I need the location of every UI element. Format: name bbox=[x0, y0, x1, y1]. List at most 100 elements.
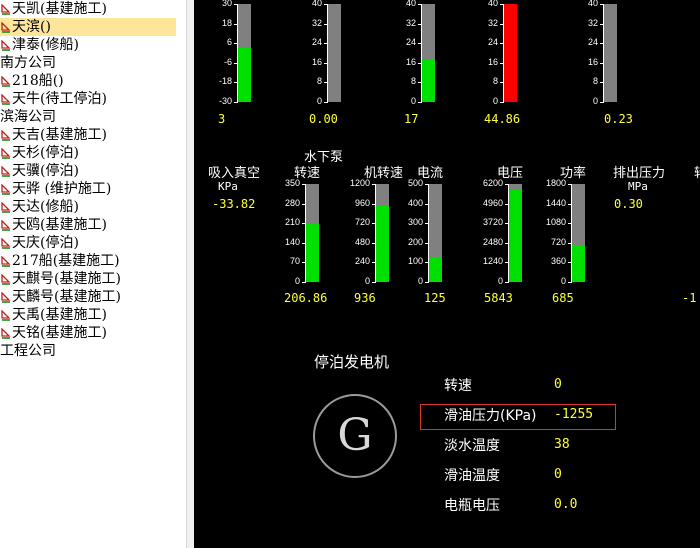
monitor-panel: 30 18 6 -6 -18 -30 3 40 32 24 16 8 0 0.00 40 32 24 16 8 0 17… bbox=[194, 0, 700, 548]
gauge-tick-label: 8 bbox=[316, 76, 322, 87]
tree-item-label: 天滨() bbox=[12, 19, 51, 35]
gauge-tick-label: 4960 bbox=[482, 197, 503, 208]
tree-item-label: 天麒号(基建施工) bbox=[12, 271, 121, 287]
gauge-tick-label: 360 bbox=[550, 256, 566, 267]
tree-item[interactable]: 天禹(基建施工) bbox=[0, 306, 186, 324]
ship-icon bbox=[1, 309, 11, 321]
tree-item-label: 津泰(修船) bbox=[12, 37, 79, 53]
tree-item[interactable]: 天牛(待工停泊) bbox=[0, 90, 186, 108]
gauge-tick-label: 0 bbox=[410, 96, 416, 106]
generator-reading-label: 滑油温度 bbox=[444, 468, 500, 484]
gauge-tick-label: 400 bbox=[407, 197, 423, 208]
ship-icon bbox=[1, 3, 11, 15]
gauge-bar-fill bbox=[504, 4, 517, 102]
discharge-unit: MPa bbox=[628, 180, 648, 193]
gauge-tick-label: -18 bbox=[218, 76, 232, 87]
gauge-tick-label: 0 bbox=[592, 96, 598, 106]
tree-item-label: 天吉(基建施工) bbox=[12, 127, 107, 143]
gauge-tick-label: 3720 bbox=[482, 217, 503, 228]
ship-icon bbox=[1, 237, 11, 249]
gauge-value: 5843 bbox=[484, 291, 513, 305]
clipped-column-value: -1 bbox=[682, 291, 697, 305]
tree-item[interactable]: 天麟号(基建施工) bbox=[0, 288, 186, 306]
tree-item[interactable]: 218船() bbox=[0, 72, 186, 90]
tree-item[interactable]: 天吉(基建施工) bbox=[0, 126, 186, 144]
gauge-tick-label: 1080 bbox=[545, 217, 566, 228]
gauge-tick-label: 70 bbox=[289, 256, 300, 267]
gauge-tick-label: 16 bbox=[587, 56, 598, 67]
gauge-tick-label: 40 bbox=[487, 0, 498, 8]
gauge-tick-label: 960 bbox=[354, 197, 370, 208]
clipped-column-label: 转 bbox=[694, 162, 700, 181]
tree-item[interactable]: 天杉(停泊) bbox=[0, 144, 186, 162]
ship-icon bbox=[1, 183, 11, 195]
tree-item-label: 天牛(待工停泊) bbox=[12, 91, 107, 107]
gauge-label: 转速 bbox=[294, 166, 321, 181]
gauge-tick-label: 32 bbox=[587, 17, 598, 28]
tree-item[interactable]: 工程公司 bbox=[0, 342, 186, 360]
generator-reading-value: -1255 bbox=[554, 407, 594, 422]
tree-item[interactable]: 天庆(停泊) bbox=[0, 234, 186, 252]
tree-item-label: 天杉(停泊) bbox=[12, 145, 79, 161]
gauge-tick-mark bbox=[324, 102, 328, 103]
gauge-tick-mark bbox=[372, 282, 376, 283]
gauge-tick-label: 16 bbox=[311, 56, 322, 67]
gauge-bar-track bbox=[604, 4, 617, 102]
gauge-tick-mark bbox=[234, 102, 238, 103]
tree-item[interactable]: 天铭(基建施工) bbox=[0, 324, 186, 342]
gauge-bar-fill bbox=[306, 224, 319, 282]
gauge-tick-label: 720 bbox=[550, 236, 566, 247]
gauge-value: 936 bbox=[354, 291, 376, 305]
suction-label: 吸入真空 bbox=[208, 166, 261, 181]
tree-item[interactable]: 津泰(修船) bbox=[0, 36, 186, 54]
gauge-bar-track bbox=[429, 184, 442, 282]
generator-reading-value: 0.0 bbox=[554, 497, 578, 512]
gauge-tick-label: 40 bbox=[587, 0, 598, 8]
generator-reading-label: 滑油压力(KPa) bbox=[444, 408, 537, 424]
tree-item[interactable]: 天骅 (维护施工) bbox=[0, 180, 186, 198]
gauge-tick-label: 40 bbox=[405, 0, 416, 8]
gauge-tick-label: 0 bbox=[294, 276, 300, 286]
gauge-tick-label: 16 bbox=[405, 56, 416, 67]
gauge-tick-label: 32 bbox=[487, 17, 498, 28]
gauge-tick-label: 0 bbox=[316, 96, 322, 106]
gauge-tick-label: 8 bbox=[592, 76, 598, 87]
gauge-tick-label: 18 bbox=[221, 17, 232, 28]
gauge-bar-fill bbox=[572, 244, 585, 282]
tree-item[interactable]: 滨海公司 bbox=[0, 108, 186, 126]
tree-item[interactable]: 天麒号(基建施工) bbox=[0, 270, 186, 288]
gauge-tick-label: 300 bbox=[407, 217, 423, 228]
gauge-bar-fill bbox=[376, 205, 389, 282]
gauge-tick-label: 1440 bbox=[545, 197, 566, 208]
tree-item[interactable]: 天鸥(基建施工) bbox=[0, 216, 186, 234]
gauge-bar-track bbox=[504, 4, 517, 102]
gauge-tick-label: 0 bbox=[364, 276, 370, 286]
gauge-value: 17 bbox=[404, 112, 419, 126]
tree-item[interactable]: 天凯(基建施工) bbox=[0, 0, 186, 18]
gauge-value: 0.23 bbox=[604, 112, 633, 126]
tree-item[interactable]: 南方公司 bbox=[0, 54, 186, 72]
gauge-tick-label: 8 bbox=[410, 76, 416, 87]
gauge-bar-fill bbox=[422, 60, 435, 102]
gauge-value: 3 bbox=[218, 112, 226, 126]
gauge-tick-label: 0 bbox=[417, 276, 423, 286]
gauge-value: 206.86 bbox=[284, 291, 328, 305]
ship-icon bbox=[1, 255, 11, 267]
tree-item-label: 天达(修船) bbox=[12, 199, 79, 215]
ship-icon bbox=[1, 147, 11, 159]
ship-icon bbox=[1, 21, 11, 33]
gauge-tick-label: 6 bbox=[226, 37, 232, 48]
tree-item-label: 天铭(基建施工) bbox=[12, 325, 107, 341]
gauge-label: 电压 bbox=[497, 166, 524, 181]
gauge-tick-label: 280 bbox=[284, 197, 300, 208]
gauge-bar-track bbox=[238, 4, 251, 102]
tree-item[interactable]: 天滨() bbox=[0, 18, 176, 36]
gauge-tick-label: 1240 bbox=[482, 256, 503, 267]
generator-g-icon: G bbox=[337, 410, 373, 461]
tree-item[interactable]: 天达(修船) bbox=[0, 198, 186, 216]
generator-reading-label: 电瓶电压 bbox=[444, 498, 500, 514]
ship-icon bbox=[1, 39, 11, 51]
gauge-tick-label: 0 bbox=[492, 96, 498, 106]
tree-item[interactable]: 217船(基建施工) bbox=[0, 252, 186, 270]
tree-item[interactable]: 天骥(停泊) bbox=[0, 162, 186, 180]
